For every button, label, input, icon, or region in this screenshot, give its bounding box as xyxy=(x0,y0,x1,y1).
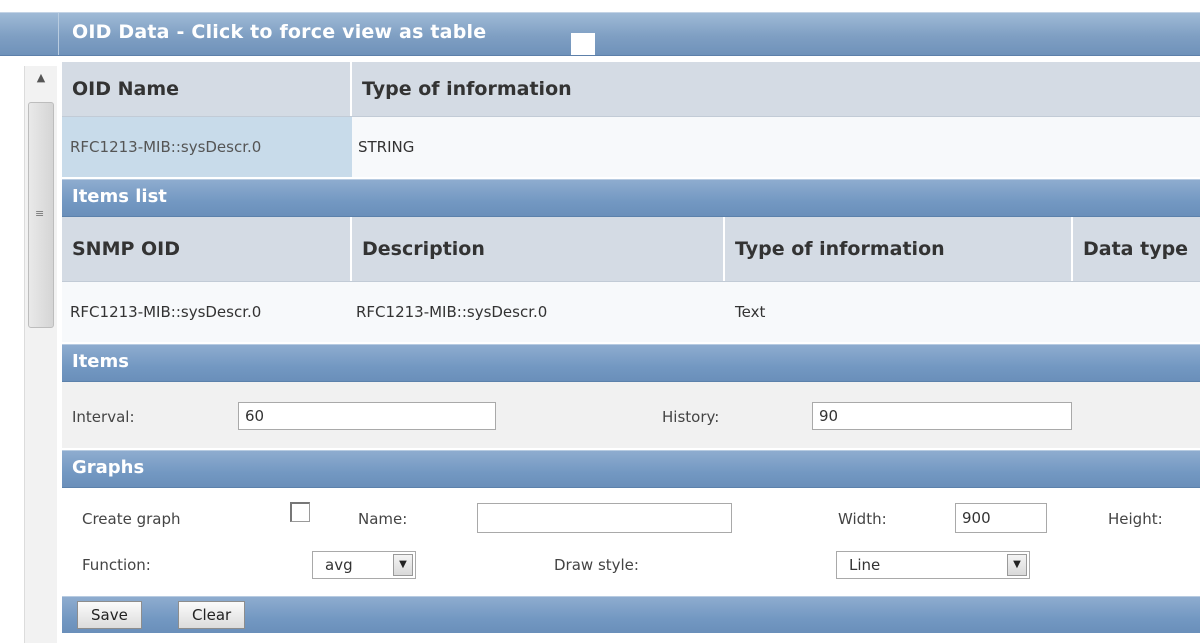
history-label: History: xyxy=(662,408,720,426)
graphs-section-header: Graphs xyxy=(62,450,1200,488)
graph-name-input[interactable] xyxy=(477,503,732,533)
clear-button[interactable]: Clear xyxy=(178,601,246,629)
create-graph-label: Create graph xyxy=(82,510,181,528)
function-selected-value: avg xyxy=(325,556,353,574)
history-input[interactable] xyxy=(812,402,1072,430)
items-list-title: Items list xyxy=(72,186,167,207)
save-button[interactable]: Save xyxy=(77,601,142,629)
type-cell: STRING xyxy=(358,138,415,156)
grip-icon: ≡ xyxy=(35,207,45,220)
dropdown-arrow-icon[interactable]: ▼ xyxy=(393,554,413,576)
dropdown-arrow-icon[interactable]: ▼ xyxy=(1007,554,1027,576)
function-label: Function: xyxy=(82,556,151,574)
items-section-header: Items xyxy=(62,344,1200,382)
height-label: Height: xyxy=(1108,510,1163,528)
vertical-scrollbar[interactable]: ▲ ≡ xyxy=(24,66,57,643)
header-divider xyxy=(58,13,59,55)
width-input[interactable] xyxy=(955,503,1047,533)
col-snmp-oid: SNMP OID xyxy=(62,217,352,281)
snmp-oid-cell: RFC1213-MIB::sysDescr.0 xyxy=(70,303,262,321)
create-graph-checkbox[interactable] xyxy=(290,502,310,522)
col-oid-name: OID Name xyxy=(62,62,352,116)
items-form-row: Interval: History: xyxy=(62,382,1200,448)
oid-table-header: OID Name Type of information xyxy=(62,62,1200,117)
col-data-type: Data type xyxy=(1083,238,1189,260)
items-list-section-header: Items list xyxy=(62,179,1200,217)
function-select[interactable]: avg ▼ xyxy=(312,551,416,579)
draw-style-label: Draw style: xyxy=(554,556,639,574)
draw-style-selected-value: Line xyxy=(849,556,881,574)
table-row[interactable]: RFC1213-MIB::sysDescr.0 RFC1213-MIB::sys… xyxy=(62,282,1200,342)
graphs-form: Create graph Name: Width: Height: Functi… xyxy=(62,488,1200,586)
items-title: Items xyxy=(72,351,129,372)
scroll-thumb[interactable]: ≡ xyxy=(28,102,54,328)
type-cell: Text xyxy=(735,303,766,321)
force-table-checkbox[interactable] xyxy=(571,33,595,55)
col-description: Description xyxy=(352,217,725,281)
data-type-cell xyxy=(1073,282,1200,342)
width-label: Width: xyxy=(838,510,887,528)
description-cell: RFC1213-MIB::sysDescr.0 xyxy=(356,303,548,321)
col-type-of-information: Type of information xyxy=(725,217,1073,281)
draw-style-select[interactable]: Line ▼ xyxy=(836,551,1030,579)
items-list-table-header: SNMP OID Description Type of information… xyxy=(62,217,1200,282)
oid-data-title: OID Data - Click to force view as table xyxy=(72,21,487,43)
interval-input[interactable] xyxy=(238,402,496,430)
action-button-bar: Save Clear xyxy=(62,596,1200,633)
oid-data-header: OID Data - Click to force view as table xyxy=(0,12,1200,56)
col-type-of-information: Type of information xyxy=(362,78,572,100)
table-row[interactable]: RFC1213-MIB::sysDescr.0 STRING xyxy=(62,117,1200,177)
oid-name-cell[interactable]: RFC1213-MIB::sysDescr.0 xyxy=(62,117,352,177)
name-label: Name: xyxy=(358,510,408,528)
scroll-up-arrow-icon[interactable]: ▲ xyxy=(25,66,57,98)
interval-label: Interval: xyxy=(72,408,135,426)
graphs-title: Graphs xyxy=(72,457,145,478)
